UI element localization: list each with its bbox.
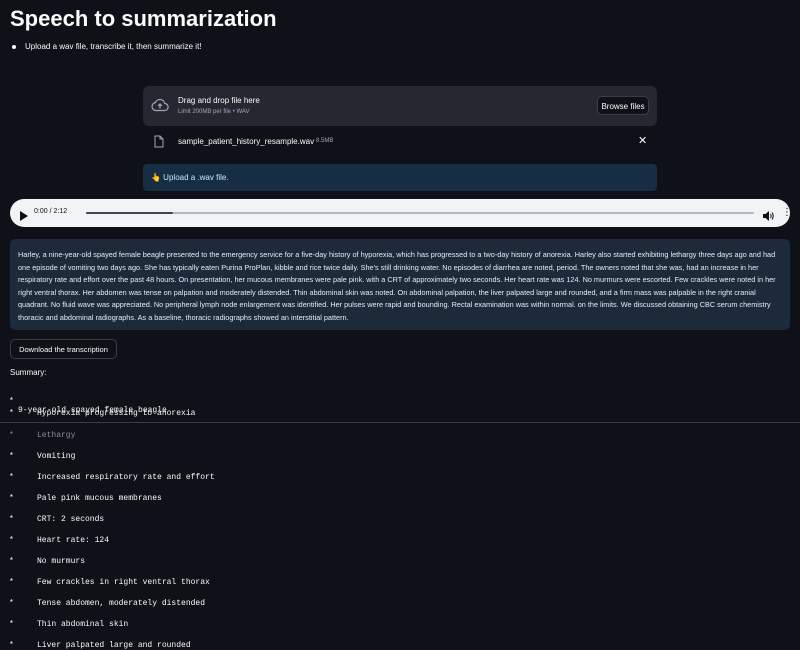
file-name: sample_patient_history_resample.wav [178, 137, 315, 146]
intro-bullet: Upload a wav file, transcribe it, then s… [12, 42, 202, 51]
browse-files-button[interactable]: Browse files [597, 96, 649, 115]
summary-item-star: * [9, 557, 14, 566]
cloud-upload-icon [151, 98, 169, 117]
summary-item-text: Hyporexia progressing to anorexia [37, 409, 196, 418]
summary-item-text: Few crackles in right ventral thorax [37, 578, 210, 587]
summary-item-star: * [9, 578, 14, 587]
more-vertical-icon[interactable]: ⋮ [782, 207, 792, 218]
intro-text: Upload a wav file, transcribe it, then s… [25, 42, 202, 51]
summary-item-star: * [9, 515, 14, 524]
file-dropzone[interactable]: Drag and drop file here Limit 200MB per … [143, 86, 657, 126]
summary-item-text: CRT: 2 seconds [37, 515, 105, 524]
bullet-dot [12, 44, 16, 49]
close-icon[interactable]: ✕ [638, 134, 647, 147]
audio-player[interactable]: 0:00 / 2:12 ⋮ [10, 199, 792, 227]
summary-item-text: Increased respiratory rate and effort [37, 473, 215, 482]
summary-item-star: * [9, 494, 14, 503]
summary-item-text: Tense abdomen, moderately distended [37, 599, 206, 608]
volume-icon[interactable] [763, 208, 775, 226]
summary-first-item: * 9-year-old spayed female beagle [9, 397, 167, 415]
summary-item-star: * [9, 536, 14, 545]
summary-item-text: Thin abdominal skin [37, 620, 129, 629]
summary-item-star: * [9, 409, 14, 418]
info-alert: 👆 Upload a .wav file. [143, 164, 657, 191]
summary-item-star: * [9, 473, 14, 482]
page-title: Speech to summarization [10, 6, 277, 31]
dropzone-limit: Limit 200MB per file • WAV [178, 109, 250, 115]
summary-item-star: * [9, 641, 14, 650]
audio-progress [86, 212, 173, 214]
uploaded-file-row: sample_patient_history_resample.wav 8.5M… [150, 134, 660, 150]
dropzone-instruction: Drag and drop file here [178, 96, 260, 105]
summary-item-star: * [9, 599, 14, 608]
divider [0, 422, 800, 423]
summary-item-star: * [9, 431, 14, 440]
summary-item-text: No murmurs [37, 557, 86, 566]
summary-item-text: Lethargy [37, 431, 76, 440]
file-icon [154, 135, 164, 153]
audio-seek-bar[interactable] [86, 212, 754, 214]
summary-item-text: Heart rate: 124 [37, 536, 110, 545]
summary-label: Summary: [10, 368, 47, 377]
audio-time: 0:00 / 2:12 [34, 208, 68, 215]
summary-item-star: * [9, 452, 14, 461]
summary-item-text: Liver palpated large and rounded [37, 641, 191, 650]
summary-item-text: Pale pink mucous membranes [37, 494, 162, 503]
transcript-box: Harley, a nine-year-old spayed female be… [10, 239, 790, 330]
summary-item-star: * [9, 620, 14, 629]
summary-item-text: Vomiting [37, 452, 76, 461]
file-size: 8.5MB [316, 138, 334, 144]
play-icon[interactable] [20, 208, 28, 226]
download-transcription-button[interactable]: Download the transcription [10, 339, 117, 359]
